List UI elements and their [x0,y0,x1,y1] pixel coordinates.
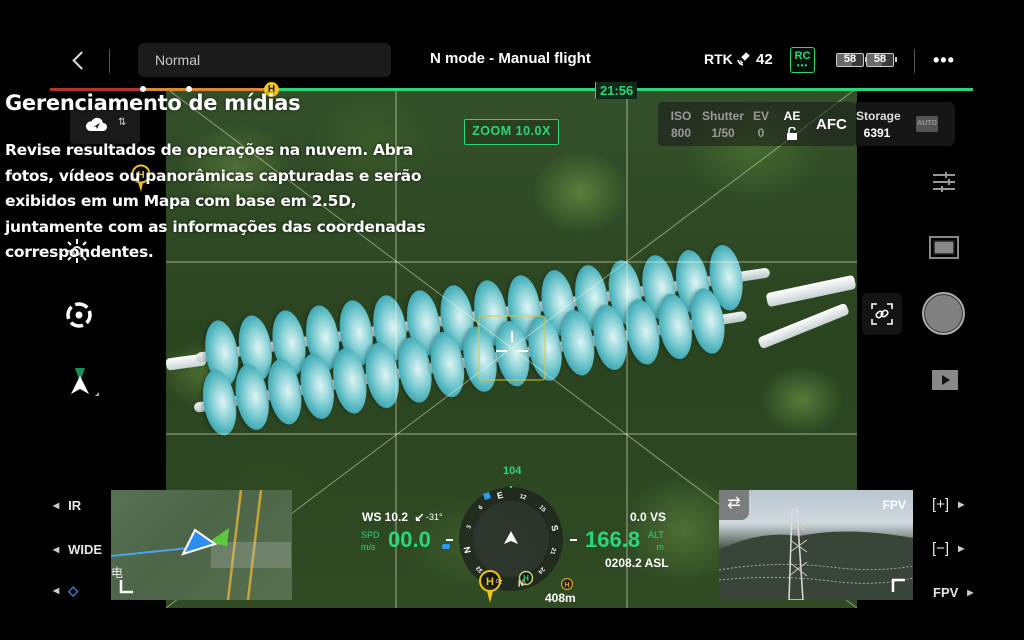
divider [914,49,915,73]
diamond-icon: ◇ [68,583,79,598]
triangle-right-icon: ▶ [958,544,965,553]
storage-info: Storage 6391 [856,108,901,142]
svg-text:H: H [523,574,529,583]
triangle-left-icon: ◀ [53,586,60,595]
lens-wide-button[interactable]: ◀ WIDE [53,542,102,557]
wind-angle: -31° [426,512,443,522]
rtk-status[interactable]: RTK [704,51,733,67]
overlay-title: Gerenciamento de mídias [5,91,301,115]
flight-mode-title: N mode - Manual flight [430,50,591,67]
iso-setting[interactable]: ISO 800 [666,108,696,142]
altitude: 166.8 [585,527,641,552]
minimap[interactable]: 电 [111,490,292,600]
lens-ir-label: IR [68,498,82,513]
aircraft-position-icon [181,528,218,556]
back-button[interactable] [68,48,92,74]
speed-label: SPD [361,530,380,540]
rc-signal-badge[interactable]: RC ••• [790,47,815,73]
wind-speed: WS 10.2 ↙ [362,510,424,524]
expand-corner-icon[interactable] [891,578,905,592]
rc-signal-dots: ••• [796,61,809,70]
lens-ir-button[interactable]: ◀ IR [53,498,81,513]
ev-setting[interactable]: EV 0 [750,108,772,142]
speed-tick [446,539,453,541]
shutter-label: Shutter [702,109,744,123]
remaining-flight-time: 21:56 [595,82,638,99]
wind-speed-value: WS 10.2 [362,510,409,524]
storage-panel[interactable]: Storage 6391 AUTO [856,102,955,146]
top-bar: Normal N mode - Manual flight RTK 42 RC … [0,40,1024,84]
ae-label: AE [783,109,801,123]
triangle-left-icon: ◀ [53,501,60,510]
link-icon [871,303,893,325]
zoom-level-badge[interactable]: ZOOM 10.0X [464,119,559,145]
triangle-left-icon: ◀ [53,545,60,554]
battery-remote[interactable]: 58 [866,53,897,67]
svg-text:H: H [486,576,494,588]
zoom-out-button[interactable]: [−] ▶ [932,540,964,557]
home-point-icon: H [479,570,501,603]
minimap-canvas [111,490,291,600]
ev-value: 0 [757,126,765,140]
triangle-right-icon: ▶ [967,588,974,597]
rc-home-icon: H [518,570,534,586]
ev-label: EV [752,109,769,123]
zoom-in-icon: [+] [932,496,950,513]
altitude-unit: ALT m [648,529,664,553]
minimap-label: 电 [111,566,124,580]
playback-icon[interactable] [932,370,958,390]
compass: E1215S2124W3033N36 [459,486,563,591]
ae-lock-toggle[interactable]: AE [780,108,804,145]
vertical-speed: 0.0 VS [630,510,667,524]
link-track-button[interactable] [862,293,902,335]
lens-wide-label: WIDE [68,542,103,557]
altitude-label: ALT [648,530,664,540]
settings-sliders-icon[interactable] [932,172,956,192]
photo-mode-icon[interactable] [929,236,959,260]
fpv-button-label: FPV [933,585,959,600]
flight-mode-select[interactable]: Normal [138,43,391,77]
storage-value: 6391 [863,126,891,140]
lens-map-button[interactable]: ◀ ◇ [53,583,78,599]
unlock-icon [787,126,797,140]
horizontal-speed: 00.0 [388,527,431,552]
cloud-upload-icon [85,117,107,131]
storage-label: Storage [856,109,901,123]
zoom-in-button[interactable]: [+] ▶ [932,496,964,513]
fpv-preview[interactable]: ⇄ FPV [719,490,913,600]
fpv-view-button[interactable]: FPV ▶ [933,585,973,600]
satellite-count: 42 [756,51,773,68]
more-menu-button[interactable]: ••• [933,50,955,71]
shutter-button[interactable] [922,292,965,335]
zoom-out-icon: [−] [932,540,950,557]
navigation-arrow-icon[interactable] [66,364,102,402]
expand-corner-icon[interactable] [119,580,133,594]
battery-aircraft[interactable]: 58 [836,53,867,67]
home-distance: 408m [545,591,576,605]
speed-unit-label: m/s [361,542,376,552]
focus-mode-button[interactable]: AFC [816,116,847,133]
wind-direction-arrow-icon: ↙ [414,510,425,524]
speed-unit: SPD m/s [361,529,380,553]
swap-view-button[interactable]: ⇄ [719,490,749,520]
target-lock-icon[interactable] [64,300,94,330]
altitude-unit-label: m [656,542,664,552]
iso-label: ISO [670,109,692,123]
speed-indicator [442,544,450,549]
altitude-asl: 0208.2 ASL [605,556,669,570]
overlay-description: Revise resultados de operações na nuvem.… [5,141,426,261]
shutter-value: 1/50 [711,126,735,140]
divider [109,49,110,73]
shutter-setting[interactable]: Shutter 1/50 [702,108,744,142]
satellite-icon [737,52,750,66]
camera-auto-icon[interactable]: AUTO [916,116,938,132]
svg-text:H: H [564,582,569,589]
heading-value: 104 [503,465,522,477]
fpv-label: FPV [882,498,906,512]
sync-arrows-icon: ⇅ [118,117,127,128]
altitude-tick [570,539,577,541]
iso-value: 800 [670,126,692,140]
home-distance-icon: H [561,578,573,590]
triangle-right-icon: ▶ [958,500,965,509]
